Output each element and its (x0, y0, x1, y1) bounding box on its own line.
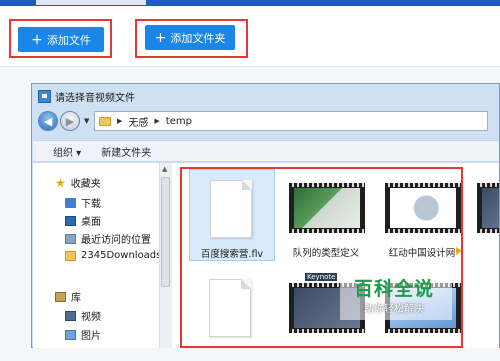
folder-icon (65, 250, 76, 261)
nav-item-recent-places[interactable]: 最近访问的位置 (65, 231, 151, 246)
breadcrumb-item[interactable]: temp (166, 116, 192, 127)
pictures-library-icon (65, 329, 76, 340)
nav-item-label: 视频 (81, 312, 101, 323)
dialog-title: 请选择音视频文件 (55, 92, 135, 104)
video-library-icon (65, 310, 76, 321)
chevron-right-icon[interactable]: ▶ (154, 117, 159, 125)
chevron-right-icon[interactable]: ▶ (117, 117, 122, 125)
navigation-scrollbar[interactable]: ▲ (159, 163, 172, 348)
scroll-up-icon[interactable]: ▲ (162, 165, 167, 173)
highlight-frame-file-list (180, 167, 463, 348)
nav-item-2345downloads[interactable]: 2345Downloads (65, 250, 161, 261)
app-title-fragment (36, 0, 146, 5)
forward-button[interactable]: ▶ (60, 111, 80, 131)
nav-item-label: 下载 (81, 199, 101, 210)
navigation-row: ◀ ▶ ▼ ▶ 无感 ▶ temp (38, 111, 494, 133)
nav-item-pictures[interactable]: 图片 (65, 327, 101, 342)
nav-item-label: 图片 (81, 331, 101, 342)
organize-menu[interactable]: 组织 ▾ (53, 144, 81, 159)
nav-item-label: 收藏夹 (70, 179, 101, 190)
watermark-subtitle: 助你轻松解决 (364, 304, 424, 315)
nav-item-label: 2345Downloads (81, 250, 162, 261)
recent-places-icon (65, 233, 76, 244)
back-button[interactable]: ◀ (38, 111, 58, 131)
video-thumbnail-icon (477, 183, 499, 233)
nav-item-desktop[interactable]: 桌面 (65, 213, 101, 228)
file-item-partial[interactable] (473, 169, 499, 261)
highlight-frame-add-folder (135, 19, 248, 58)
back-arrow-icon: ◀ (43, 114, 53, 128)
nav-item-label: 最近访问的位置 (81, 235, 151, 246)
nav-item-downloads[interactable]: 下载 (65, 195, 101, 210)
watermark-title: 百科全说 (353, 278, 434, 300)
library-icon (55, 291, 66, 302)
nav-item-videos[interactable]: 视频 (65, 308, 101, 323)
dialog-app-icon (38, 89, 51, 103)
highlight-frame-add-file (9, 19, 112, 58)
scroll-thumb[interactable] (161, 177, 170, 287)
nav-item-label: 库 (71, 293, 81, 304)
address-bar[interactable]: ▶ 无感 ▶ temp (94, 111, 488, 131)
nav-item-libraries[interactable]: 库 (55, 289, 81, 304)
nav-item-label: 桌面 (81, 217, 101, 228)
dialog-toolbar: 组织 ▾ 新建文件夹 (33, 140, 499, 162)
folder-icon (99, 116, 111, 126)
navigation-pane: ★ 收藏夹 下载 桌面 最近访问的位置 2345Downloads 库 视频 图… (33, 163, 161, 348)
new-folder-button[interactable]: 新建文件夹 (101, 144, 151, 159)
nav-item-favorites[interactable]: ★ 收藏夹 (55, 175, 101, 191)
download-folder-icon (65, 197, 76, 208)
star-icon: ★ (55, 175, 66, 190)
breadcrumb-item[interactable]: 无感 (128, 114, 148, 129)
history-dropdown-icon[interactable]: ▼ (84, 117, 89, 125)
forward-arrow-icon: ▶ (65, 114, 75, 128)
dialog-title-bar: 请选择音视频文件 (38, 87, 135, 105)
desktop-icon (65, 215, 76, 226)
